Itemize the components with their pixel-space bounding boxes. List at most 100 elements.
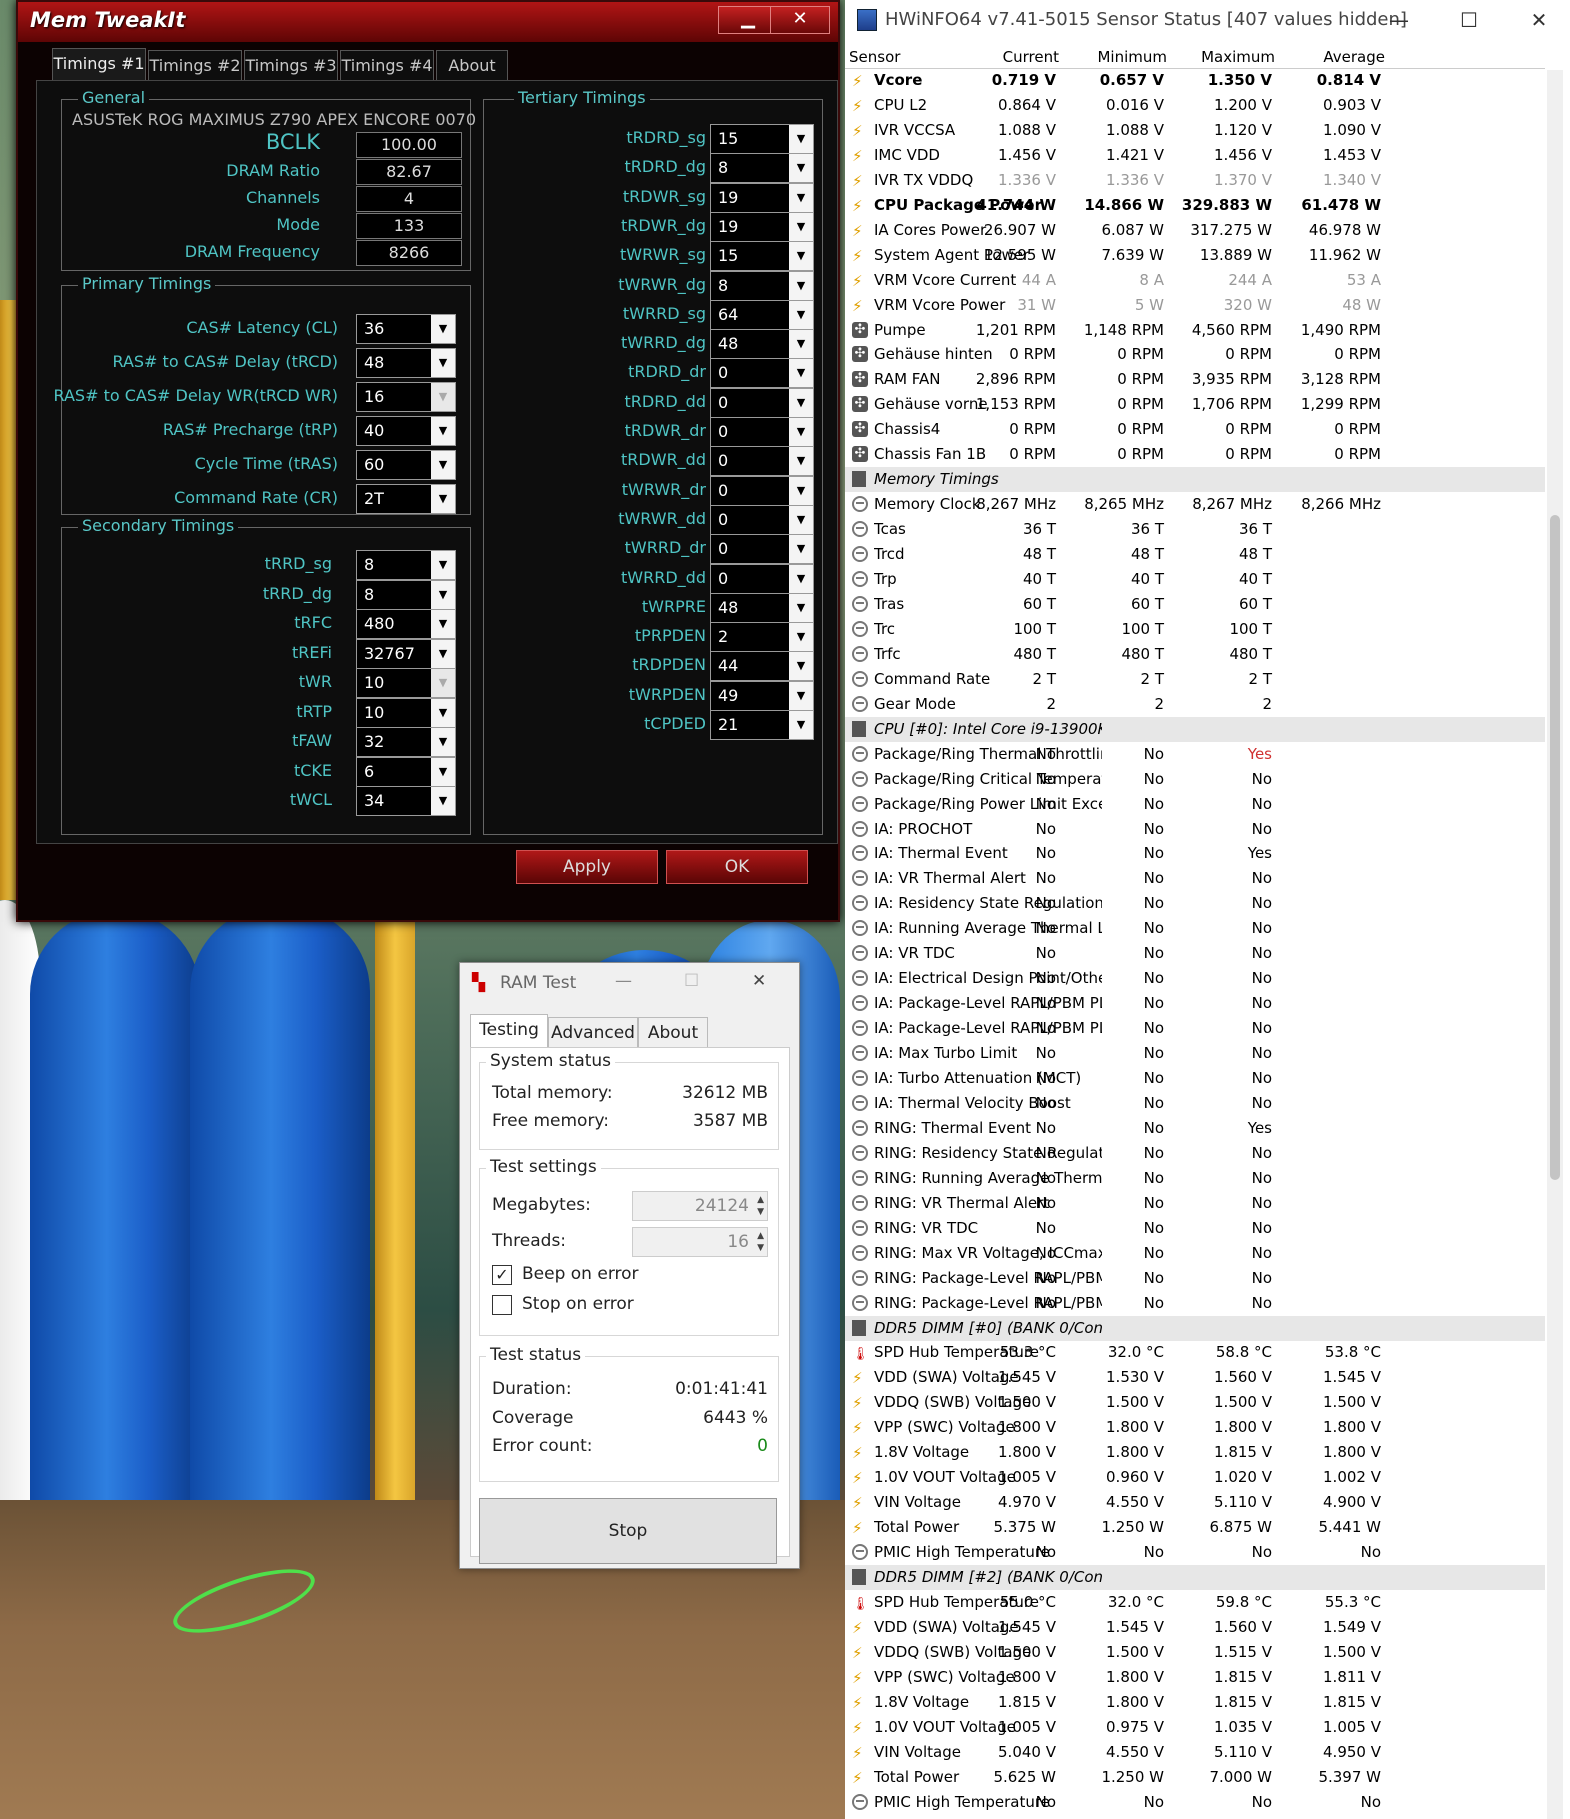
column-header-current[interactable]: Current bbox=[1003, 48, 1059, 66]
sensor-row[interactable]: IA: Max Turbo Limit No No No bbox=[845, 1041, 1545, 1066]
close-button[interactable]: ✕ bbox=[770, 6, 830, 34]
chevron-down-icon[interactable]: ▼ bbox=[431, 417, 455, 445]
chevron-down-icon[interactable]: ▼ bbox=[789, 505, 813, 534]
sensor-row[interactable]: IVR TX VDDQ 1.336 V 1.336 V 1.370 V 1.340 V bbox=[845, 168, 1545, 193]
chevron-down-icon[interactable]: ▼ bbox=[431, 580, 455, 609]
sensor-row[interactable]: RING: VR Thermal Alert No No No bbox=[845, 1191, 1545, 1216]
chevron-down-icon[interactable]: ▼ bbox=[431, 639, 455, 668]
sensor-group-header[interactable]: CPU [#0]: Intel Core i9-13900KS:... bbox=[845, 716, 1545, 742]
tab-testing[interactable]: Testing bbox=[470, 1014, 548, 1049]
sensor-row[interactable]: Chassis Fan 1B 0 RPM 0 RPM 0 RPM 0 RPM bbox=[845, 442, 1545, 467]
chevron-down-icon[interactable]: ▼ bbox=[431, 485, 455, 513]
timing-dropdown[interactable]: 32767 ▼ bbox=[356, 638, 456, 669]
timing-dropdown[interactable]: 21 ▼ bbox=[710, 710, 814, 740]
chevron-down-icon[interactable]: ▼ bbox=[789, 418, 813, 446]
beep-on-error-checkbox[interactable]: ✓ bbox=[492, 1265, 512, 1285]
timing-dropdown[interactable]: 15 ▼ bbox=[710, 124, 814, 154]
sensor-row[interactable]: VIN Voltage 4.970 V 4.550 V 5.110 V 4.900 V bbox=[845, 1490, 1545, 1515]
timing-dropdown[interactable]: 0 ▼ bbox=[710, 387, 814, 418]
chevron-down-icon[interactable]: ▼ bbox=[431, 451, 455, 479]
chevron-down-icon[interactable]: ▼ bbox=[789, 183, 813, 212]
column-header-sensor[interactable]: Sensor bbox=[849, 48, 900, 66]
timing-dropdown[interactable]: 10 ▼ bbox=[356, 668, 456, 698]
sensor-row[interactable]: Trc 100 T 100 T 100 T bbox=[845, 617, 1545, 642]
column-header-minimum[interactable]: Minimum bbox=[1097, 48, 1167, 66]
timing-dropdown[interactable]: 44 ▼ bbox=[710, 651, 814, 682]
minimize-button[interactable]: ▁ bbox=[718, 6, 778, 34]
sensor-row[interactable]: Package/Ring Thermal Throttling No No Yes bbox=[845, 742, 1545, 767]
chevron-down-icon[interactable]: ▼ bbox=[789, 447, 813, 476]
sensor-row[interactable]: VDD (SWA) Voltage1.545 V1.530 V1.560 V1.… bbox=[845, 1365, 1545, 1390]
chevron-down-icon[interactable]: ▼ bbox=[431, 551, 455, 579]
sensor-row[interactable]: RING: Thermal Event No No Yes bbox=[845, 1116, 1545, 1141]
sensor-group-header[interactable]: DDR5 DIMM [#2] (BANK 0/Cont... bbox=[845, 1565, 1545, 1590]
sensor-row[interactable]: VRM Vcore Power 31 W 5 W 320 W 48 W bbox=[845, 293, 1545, 318]
chevron-down-icon[interactable]: ▼ bbox=[789, 564, 813, 593]
close-button[interactable]: ✕ bbox=[1512, 4, 1566, 36]
chevron-down-icon[interactable]: ▼ bbox=[431, 728, 455, 756]
timing-dropdown[interactable]: 8 ▼ bbox=[710, 270, 814, 301]
sensor-row[interactable]: Total Power 5.625 W 1.250 W 7.000 W 5.397 W bbox=[845, 1765, 1545, 1790]
sensor-row[interactable]: IA: Electrical Design Point/Other (...No… bbox=[845, 966, 1545, 991]
sensor-row[interactable]: VPP (SWC) Voltage1.800 V1.800 V1.800 V1.… bbox=[845, 1415, 1545, 1440]
sensor-row[interactable]: Tcas 36 T 36 T 36 T bbox=[845, 517, 1545, 542]
sensor-row[interactable]: Command Rate 2 T 2 T 2 T bbox=[845, 667, 1545, 692]
chevron-down-icon[interactable]: ▼ bbox=[789, 271, 813, 300]
chevron-down-icon[interactable]: ▼ bbox=[789, 535, 813, 564]
minimize-button[interactable]: — bbox=[1372, 4, 1426, 36]
timing-dropdown[interactable]: 36 ▼ bbox=[356, 314, 456, 344]
chevron-down-icon[interactable]: ▼ bbox=[789, 242, 813, 271]
close-button[interactable]: ✕ bbox=[752, 971, 766, 991]
sensor-row[interactable]: RING: Residency State Regulation No No No bbox=[845, 1141, 1545, 1166]
sensor-row[interactable]: Vcore 0.719 V 0.657 V 1.350 V 0.814 V bbox=[845, 68, 1545, 93]
sensor-row[interactable]: Gear Mode 2 2 2 bbox=[845, 692, 1545, 717]
timing-dropdown[interactable]: 19 ▼ bbox=[710, 182, 814, 213]
sensor-group-header[interactable]: DDR5 DIMM [#0] (BANK 0/Cont... bbox=[845, 1315, 1545, 1341]
sensor-row[interactable]: Trp 40 T 40 T 40 T bbox=[845, 567, 1545, 592]
sensor-row[interactable]: SPD Hub Temperature53.3 °C 32.0 °C 58.8 °C… bbox=[845, 1340, 1545, 1365]
tab-timings-1[interactable]: Timings #1 bbox=[52, 48, 146, 81]
chevron-down-icon[interactable]: ▼ bbox=[789, 711, 813, 739]
timing-dropdown[interactable]: 48 ▼ bbox=[356, 348, 456, 378]
sensor-row[interactable]: Chassis4 0 RPM 0 RPM 0 RPM 0 RPM bbox=[845, 417, 1545, 442]
timing-dropdown[interactable]: 0 ▼ bbox=[710, 446, 814, 477]
chevron-down-icon[interactable]: ▼ bbox=[789, 476, 813, 505]
timing-dropdown[interactable]: 0 ▼ bbox=[710, 475, 814, 506]
timing-dropdown[interactable]: 6 ▼ bbox=[356, 756, 456, 787]
timing-dropdown[interactable]: 2 ▼ bbox=[710, 622, 814, 653]
sensor-row[interactable]: CPU Package Power41.744 W14.866 W329.883… bbox=[845, 193, 1545, 218]
tab-about[interactable]: About bbox=[638, 1017, 708, 1048]
sensor-row[interactable]: PMIC High Temperature No No No No bbox=[845, 1540, 1545, 1565]
tab-timings-4[interactable]: Timings #4 bbox=[340, 50, 434, 81]
chevron-down-icon[interactable]: ▼ bbox=[789, 125, 813, 153]
megabytes-spinner[interactable]: 24124 ▲ ▼ bbox=[632, 1191, 768, 1221]
chevron-down-icon[interactable]: ▼ bbox=[431, 698, 455, 727]
sensor-row[interactable]: VIN Voltage 5.040 V 4.550 V 5.110 V 4.950 V bbox=[845, 1740, 1545, 1765]
spinner-arrows-icon[interactable]: ▲ ▼ bbox=[757, 1230, 764, 1254]
tab-about[interactable]: About bbox=[436, 50, 508, 81]
sensor-row[interactable]: PMIC High Temperature No No No No bbox=[845, 1790, 1545, 1815]
sensor-row[interactable]: IA: Package-Level RAPL/PBM PL1 No No No bbox=[845, 991, 1545, 1016]
sensor-row[interactable]: Package/Ring Critical TemperatureNoNoNo bbox=[845, 767, 1545, 792]
timing-dropdown[interactable]: 64 ▼ bbox=[710, 299, 814, 330]
sensor-row[interactable]: IA: Package-Level RAPL/PBM PL2...NoNoNo bbox=[845, 1016, 1545, 1041]
maximize-button[interactable]: ☐ bbox=[1442, 4, 1496, 36]
chevron-down-icon[interactable]: ▼ bbox=[789, 652, 813, 681]
sensor-row[interactable]: IMC VDD 1.456 V 1.421 V 1.456 V 1.453 V bbox=[845, 143, 1545, 168]
tab-timings-3[interactable]: Timings #3 bbox=[244, 50, 338, 81]
vertical-scrollbar[interactable] bbox=[1547, 70, 1563, 1819]
sensor-row[interactable]: Gehäuse hinten 0 RPM 0 RPM 0 RPM 0 RPM bbox=[845, 342, 1545, 367]
tab-timings-2[interactable]: Timings #2 bbox=[148, 50, 242, 81]
sensor-row[interactable]: RING: Running Average Thermal ...NoNoNo bbox=[845, 1166, 1545, 1191]
timing-dropdown[interactable]: 0 ▼ bbox=[710, 504, 814, 535]
sensor-row[interactable]: Tras 60 T 60 T 60 T bbox=[845, 592, 1545, 617]
timing-dropdown[interactable]: 49 ▼ bbox=[710, 680, 814, 711]
sensor-row[interactable]: VDDQ (SWB) Voltage1.500 V1.500 V1.500 V1… bbox=[845, 1390, 1545, 1415]
sensor-row[interactable]: VDDQ (SWB) Voltage1.500 V1.500 V1.515 V1… bbox=[845, 1640, 1545, 1665]
chevron-down-icon[interactable]: ▼ bbox=[789, 623, 813, 652]
timing-dropdown[interactable]: 10 ▼ bbox=[356, 697, 456, 728]
sensor-row[interactable]: VDD (SWA) Voltage1.545 V1.545 V1.560 V1.… bbox=[845, 1615, 1545, 1640]
timing-dropdown[interactable]: 32 ▼ bbox=[356, 727, 456, 757]
chevron-down-icon[interactable]: ▼ bbox=[789, 359, 813, 388]
spinner-arrows-icon[interactable]: ▲ ▼ bbox=[757, 1194, 764, 1218]
